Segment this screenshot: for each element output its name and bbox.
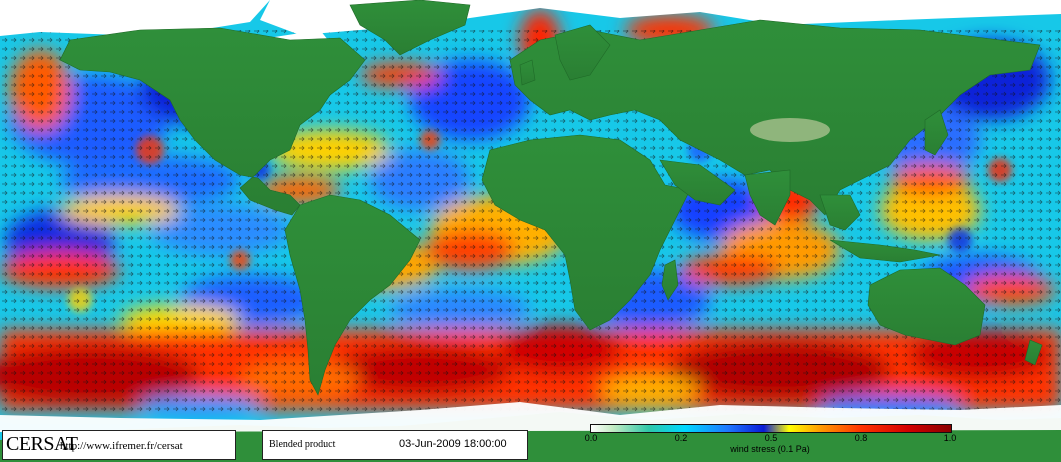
colorbar (590, 424, 952, 433)
colorbar-tick: 1.0 (943, 433, 957, 443)
product-label: Blended product (269, 439, 336, 450)
color-scale: 0.0 0.2 0.5 0.8 1.0 wind stress (0.1 Pa) (585, 424, 956, 454)
wind-stress-map: CERSAT http://www.ifremer.fr/cersat Blen… (0, 0, 1061, 462)
tibetan-plateau (750, 118, 830, 142)
colorbar-tick: 0.0 (584, 433, 598, 443)
timestamp: 03-Jun-2009 18:00:00 (399, 438, 507, 450)
source-url[interactable]: http://www.ifremer.fr/cersat (60, 440, 183, 452)
brand-box: CERSAT http://www.ifremer.fr/cersat (2, 430, 236, 460)
map-canvas (0, 0, 1061, 462)
colorbar-tick: 0.2 (674, 433, 688, 443)
colorbar-tick: 0.8 (854, 433, 868, 443)
colorbar-tick: 0.5 (764, 433, 778, 443)
colorbar-label: wind stress (0.1 Pa) (730, 444, 810, 454)
product-box: Blended product 03-Jun-2009 18:00:00 (262, 430, 528, 460)
